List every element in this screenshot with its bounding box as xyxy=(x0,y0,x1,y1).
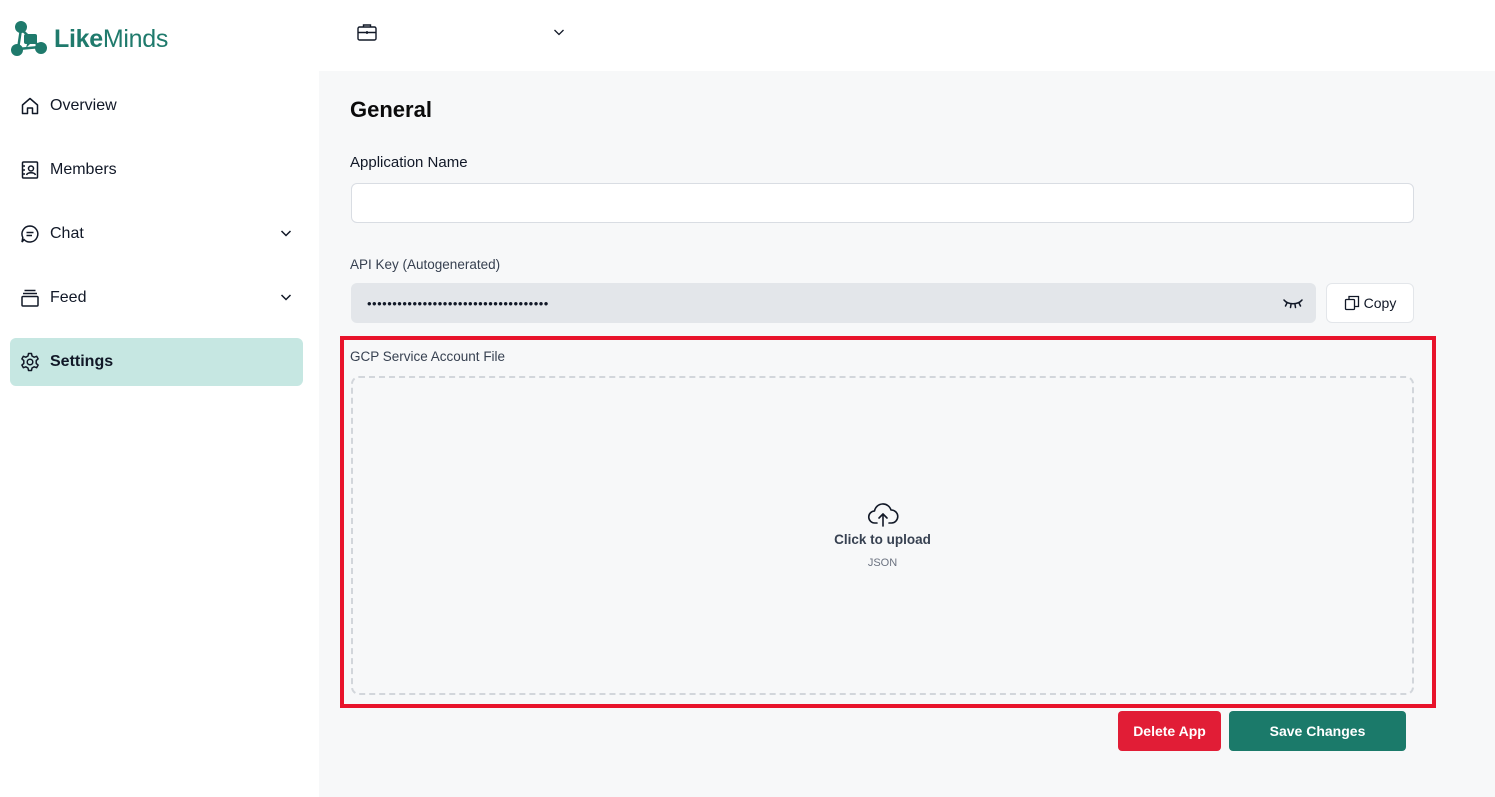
sidebar-item-label: Members xyxy=(50,161,117,178)
save-changes-button[interactable]: Save Changes xyxy=(1229,711,1406,751)
upload-file-type: JSON xyxy=(867,557,898,569)
cloud-upload-icon xyxy=(867,503,899,527)
copy-label: Copy xyxy=(1363,295,1397,311)
chat-bubble-icon xyxy=(20,224,40,244)
contact-card-icon xyxy=(20,160,40,180)
copy-icon xyxy=(1344,295,1359,311)
home-icon xyxy=(20,96,40,116)
feed-stack-icon xyxy=(20,288,40,308)
likeminds-logo-icon xyxy=(11,21,47,56)
sidebar-item-chat[interactable]: Chat xyxy=(10,210,303,258)
api-key-field[interactable]: •••••••••••••••••••••••••••••••••••• xyxy=(351,283,1316,323)
app-name-input[interactable] xyxy=(351,183,1414,223)
api-key-value: •••••••••••••••••••••••••••••••••••• xyxy=(367,295,549,311)
upload-text: Click to upload xyxy=(834,532,931,547)
brand-logo[interactable]: LikeMinds xyxy=(10,18,168,60)
delete-app-button[interactable]: Delete App xyxy=(1118,711,1221,751)
chevron-down-icon xyxy=(554,29,564,36)
sidebar-item-label: Feed xyxy=(50,289,87,306)
app-name-label: Application Name xyxy=(350,154,468,171)
api-key-label: API Key (Autogenerated) xyxy=(350,257,501,272)
sidebar-item-label: Overview xyxy=(50,97,117,114)
briefcase-icon xyxy=(357,24,377,41)
sidebar-item-label: Chat xyxy=(50,225,84,242)
eye-closed-icon[interactable] xyxy=(1282,294,1304,312)
sidebar-item-label: Settings xyxy=(50,353,114,370)
sidebar-item-settings[interactable]: Settings xyxy=(10,338,303,386)
brand-name: LikeMinds xyxy=(54,24,169,53)
sidebar: LikeMinds Overview Members Chat Feed Set… xyxy=(0,0,319,797)
chevron-down-icon xyxy=(280,294,292,301)
org-switcher[interactable] xyxy=(356,20,566,44)
gcp-file-dropzone[interactable]: Click to upload JSON xyxy=(351,376,1414,695)
gear-icon xyxy=(20,352,40,372)
sidebar-item-members[interactable]: Members xyxy=(10,146,303,194)
sidebar-item-overview[interactable]: Overview xyxy=(10,82,303,130)
chevron-down-icon xyxy=(280,230,292,237)
copy-button[interactable]: Copy xyxy=(1326,283,1414,323)
page-title: General xyxy=(350,97,432,122)
topbar xyxy=(319,0,1495,71)
sidebar-item-feed[interactable]: Feed xyxy=(10,274,303,322)
settings-main: General Application Name API Key (Autoge… xyxy=(319,71,1495,797)
gcp-file-label: GCP Service Account File xyxy=(350,349,506,364)
